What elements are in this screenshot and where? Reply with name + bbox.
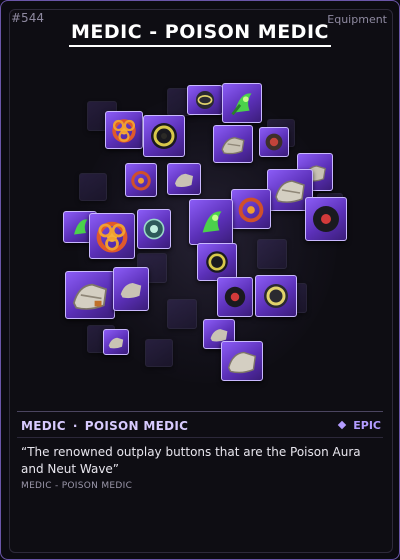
- biohazard-icon: [105, 111, 143, 149]
- glove-icon: [113, 267, 149, 311]
- flavor-text: “The renowned outplay buttons that are t…: [21, 445, 361, 476]
- card-subtag: MEDIC - POISON MEDIC: [21, 481, 133, 491]
- card-artwork: [17, 63, 385, 403]
- class-separator: ·: [72, 419, 78, 433]
- rune-orb-icon: [255, 275, 297, 317]
- card-class-line: MEDIC · POISON MEDIC: [21, 419, 188, 433]
- glove-icon: [103, 329, 129, 355]
- card-title: MEDIC - POISON MEDIC: [71, 21, 329, 43]
- diamond-icon: [338, 420, 347, 430]
- green-creature-icon: [222, 83, 262, 123]
- gas-grenade-icon: [197, 243, 237, 281]
- gas-grenade-icon: [305, 197, 347, 241]
- footer-divider-top: [17, 411, 383, 412]
- biohazard-icon: [125, 163, 157, 197]
- background-icon-tile: [167, 299, 197, 329]
- card-class: MEDIC: [21, 419, 66, 433]
- green-creature-icon: [189, 199, 233, 245]
- title-underline: [69, 45, 331, 47]
- rarity-badge: EPIC: [338, 419, 381, 432]
- glove-icon: [213, 125, 253, 163]
- gas-grenade-icon: [217, 277, 253, 317]
- biohazard-icon: [231, 189, 271, 229]
- item-card: #544 Equipment MEDIC - POISON MEDIC MEDI…: [0, 0, 400, 560]
- gas-grenade-icon: [143, 115, 185, 157]
- background-icon-tile: [145, 339, 173, 367]
- card-subclass: POISON MEDIC: [84, 419, 189, 433]
- rarity-label: EPIC: [353, 419, 381, 432]
- footer-divider: [17, 437, 383, 438]
- rune-orb-icon: [259, 127, 289, 157]
- glove-icon: [65, 271, 115, 319]
- biohazard-icon: [89, 213, 135, 259]
- background-icon-tile: [79, 173, 107, 201]
- rune-orb-icon: [187, 85, 223, 115]
- glove-icon: [167, 163, 201, 195]
- glove-icon: [221, 341, 263, 381]
- rune-orb-icon: [137, 209, 171, 249]
- background-icon-tile: [257, 239, 287, 269]
